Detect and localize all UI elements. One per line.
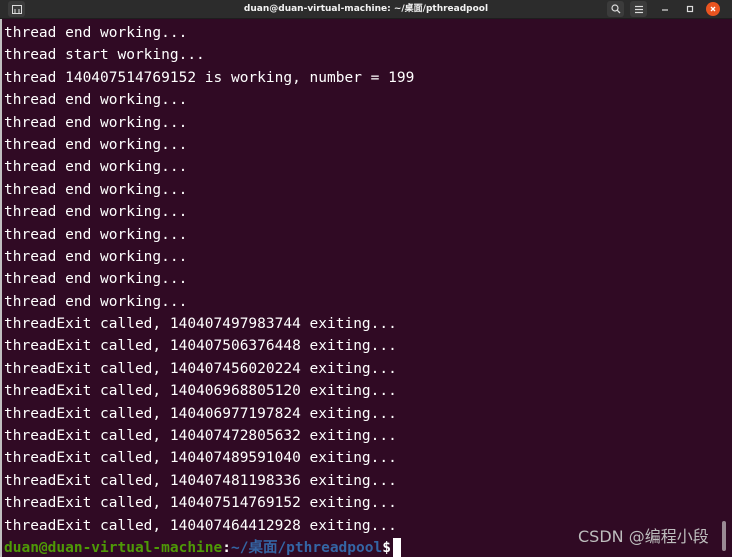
output-line: thread end working...: [4, 204, 188, 221]
prompt-path: ~/桌面/pthreadpool: [230, 539, 383, 556]
output-line: thread end working...: [4, 248, 188, 265]
output-line: threadExit called, 140406977197824 exiti…: [4, 405, 397, 422]
output-line: thread end working...: [4, 181, 188, 198]
maximize-icon[interactable]: [682, 1, 698, 17]
output-line: threadExit called, 140407514769152 exiti…: [4, 495, 397, 512]
terminal-window: duan@duan-virtual-machine: ~/桌面/pthreadp…: [0, 0, 732, 557]
output-line: threadExit called, 140407472805632 exiti…: [4, 428, 397, 445]
output-line: threadExit called, 140407481198336 exiti…: [4, 472, 397, 489]
scrollbar-thumb[interactable]: [722, 521, 726, 551]
output-line: threadExit called, 140407489591040 exiti…: [4, 450, 397, 467]
title-bar[interactable]: duan@duan-virtual-machine: ~/桌面/pthreadp…: [0, 0, 732, 19]
output-line: thread end working...: [4, 159, 188, 176]
minimize-icon[interactable]: [657, 1, 673, 17]
prompt-symbol: $: [382, 539, 391, 556]
output-line: thread end working...: [4, 226, 188, 243]
output-line: threadExit called, 140406968805120 exiti…: [4, 383, 397, 400]
output-line: thread end working...: [4, 293, 188, 310]
output-line: thread end working...: [4, 25, 188, 41]
output-line: thread end working...: [4, 271, 188, 288]
output-line: thread start working...: [4, 47, 205, 64]
terminal-output[interactable]: thread end working... thread start worki…: [4, 22, 722, 557]
output-line: threadExit called, 140407456020224 exiti…: [4, 360, 397, 377]
close-icon[interactable]: [706, 2, 720, 16]
prompt-user-host: duan@duan-virtual-machine: [4, 539, 223, 556]
window-left-edge: [0, 19, 2, 557]
output-line: thread 140407514769152 is working, numbe…: [4, 69, 415, 86]
hamburger-menu-icon[interactable]: [630, 1, 647, 17]
watermark: CSDN @编程小段: [578, 527, 709, 546]
output-line: thread end working...: [4, 114, 188, 131]
output-line: thread end working...: [4, 136, 188, 153]
output-line: threadExit called, 140407506376448 exiti…: [4, 338, 397, 355]
search-icon[interactable]: [607, 1, 624, 17]
text-cursor: [392, 538, 401, 557]
output-line: threadExit called, 140407497983744 exiti…: [4, 316, 397, 333]
output-line: thread end working...: [4, 92, 188, 109]
prompt-colon: :: [222, 539, 231, 556]
